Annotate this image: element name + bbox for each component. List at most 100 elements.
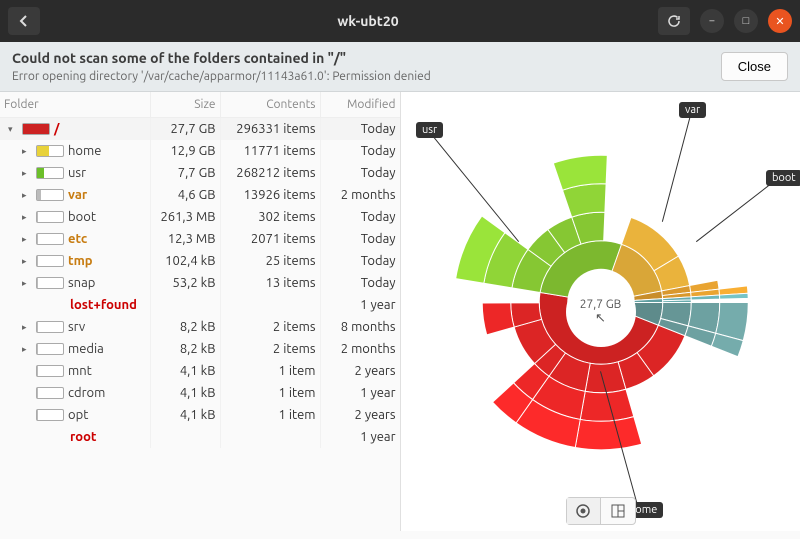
- header-modified[interactable]: Modified: [320, 92, 400, 118]
- cell-size: 27,7 GB: [150, 118, 220, 141]
- folder-name: var: [68, 188, 87, 202]
- table-row[interactable]: mnt4,1 kB1 item2 years: [0, 360, 400, 382]
- treemap-view-button[interactable]: [601, 498, 635, 524]
- table-row[interactable]: opt 4,1 kB1 item2 years: [0, 404, 400, 426]
- back-button[interactable]: [8, 7, 40, 35]
- header-size[interactable]: Size: [150, 92, 220, 118]
- expand-arrow-icon[interactable]: ▸: [22, 168, 32, 179]
- cell-contents: 1 item: [220, 382, 320, 404]
- cell-contents: 268212 items: [220, 162, 320, 184]
- usage-bar: [22, 123, 50, 135]
- cell-contents: 302 items: [220, 206, 320, 228]
- folder-name: lost+found: [70, 298, 137, 312]
- folder-name: opt: [68, 408, 88, 422]
- expand-arrow-icon[interactable]: ▸: [22, 256, 32, 267]
- folder-tree-panel: Folder Size Contents Modified ▾/27,7 GB2…: [0, 92, 400, 531]
- cell-size: 261,3 MB: [150, 206, 220, 228]
- cell-modified: 2 months: [320, 184, 400, 206]
- expand-arrow-icon[interactable]: ▸: [22, 278, 32, 289]
- cell-size: 102,4 kB: [150, 250, 220, 272]
- cell-modified: 1 year: [320, 426, 400, 448]
- table-row[interactable]: ▸home12,9 GB11771 itemsToday: [0, 140, 400, 162]
- usage-bar: [36, 343, 64, 355]
- cell-modified: 1 year: [320, 294, 400, 316]
- expand-arrow-icon[interactable]: ▸: [22, 190, 32, 201]
- usage-bar: [36, 167, 64, 179]
- folder-name: srv: [68, 320, 85, 334]
- cell-contents: 2 items: [220, 316, 320, 338]
- cell-contents: [220, 426, 320, 448]
- cell-modified: Today: [320, 118, 400, 141]
- table-row[interactable]: ▸srv8,2 kB2 items8 months: [0, 316, 400, 338]
- info-bar: Could not scan some of the folders conta…: [0, 42, 800, 92]
- rings-view-button[interactable]: [567, 498, 601, 524]
- chart-panel: 27,7 GB ↖ home usr var boot: [400, 92, 800, 531]
- expand-arrow-icon[interactable]: ▸: [22, 344, 32, 355]
- usage-bar: [36, 211, 64, 223]
- usage-bar: [36, 409, 64, 421]
- usage-bar: [36, 255, 64, 267]
- header-folder[interactable]: Folder: [0, 92, 150, 118]
- cell-contents: 13926 items: [220, 184, 320, 206]
- table-row[interactable]: ▸usr7,7 GB268212 itemsToday: [0, 162, 400, 184]
- usage-bar: [36, 277, 64, 289]
- expand-arrow-icon[interactable]: ▾: [8, 124, 18, 135]
- folder-table: Folder Size Contents Modified ▾/27,7 GB2…: [0, 92, 400, 448]
- table-row[interactable]: cdrom4,1 kB1 item1 year: [0, 382, 400, 404]
- cell-modified: 2 years: [320, 404, 400, 426]
- chart-tag-var: var: [679, 102, 706, 118]
- folder-name: cdrom: [68, 386, 105, 400]
- chart-center-value: 27,7 GB: [580, 298, 622, 311]
- cell-modified: 2 months: [320, 338, 400, 360]
- folder-name: boot: [68, 210, 96, 224]
- table-row[interactable]: ▸ var 4,6 GB13926 items2 months: [0, 184, 400, 206]
- header-contents[interactable]: Contents: [220, 92, 320, 118]
- infobar-close-button[interactable]: Close: [721, 52, 788, 81]
- folder-name: mnt: [68, 364, 92, 378]
- table-row[interactable]: root1 year: [0, 426, 400, 448]
- window-title: wk-ubt20: [84, 13, 652, 29]
- usage-bar: [36, 145, 64, 157]
- cell-size: 4,1 kB: [150, 382, 220, 404]
- table-row[interactable]: ▸snap53,2 kB13 itemsToday: [0, 272, 400, 294]
- cell-contents: 1 item: [220, 404, 320, 426]
- cell-size: 4,1 kB: [150, 360, 220, 382]
- table-row[interactable]: ▸etc12,3 MB2071 itemsToday: [0, 228, 400, 250]
- table-row[interactable]: ▸tmp102,4 kB25 itemsToday: [0, 250, 400, 272]
- folder-name: snap: [68, 276, 95, 290]
- table-row[interactable]: ▸ boot 261,3 MB302 itemsToday: [0, 206, 400, 228]
- infobar-subtitle: Error opening directory '/var/cache/appa…: [12, 70, 709, 83]
- view-mode-toggle: [566, 497, 636, 525]
- cell-size: 8,2 kB: [150, 316, 220, 338]
- expand-arrow-icon[interactable]: ▸: [22, 234, 32, 245]
- table-row[interactable]: lost+found 1 year: [0, 294, 400, 316]
- table-row[interactable]: ▸media8,2 kB2 items2 months: [0, 338, 400, 360]
- maximize-button[interactable]: □: [734, 9, 758, 33]
- folder-name: /: [54, 122, 59, 136]
- cell-size: 12,3 MB: [150, 228, 220, 250]
- cell-contents: 2071 items: [220, 228, 320, 250]
- expand-arrow-icon[interactable]: ▸: [22, 146, 32, 157]
- table-row[interactable]: ▾/27,7 GB296331 itemsToday: [0, 118, 400, 141]
- minimize-button[interactable]: −: [700, 9, 724, 33]
- titlebar: wk-ubt20 − □ ✕: [0, 0, 800, 42]
- infobar-title: Could not scan some of the folders conta…: [12, 50, 709, 66]
- cell-size: 53,2 kB: [150, 272, 220, 294]
- cell-size: 8,2 kB: [150, 338, 220, 360]
- folder-name: usr: [68, 166, 86, 180]
- cell-size: 4,6 GB: [150, 184, 220, 206]
- chart-tag-usr: usr: [416, 122, 443, 138]
- usage-bar: [36, 321, 64, 333]
- cell-modified: Today: [320, 206, 400, 228]
- usage-bar: [36, 387, 64, 399]
- cell-size: 4,1 kB: [150, 404, 220, 426]
- cell-contents: 1 item: [220, 360, 320, 382]
- refresh-button[interactable]: [658, 7, 690, 35]
- expand-arrow-icon[interactable]: ▸: [22, 212, 32, 223]
- expand-arrow-icon[interactable]: ▸: [22, 322, 32, 333]
- cursor-icon: ↖: [595, 311, 606, 326]
- usage-bar: [36, 189, 64, 201]
- window-close-button[interactable]: ✕: [768, 9, 792, 33]
- chart-center-label: 27,7 GB ↖: [566, 277, 636, 347]
- cell-contents: 13 items: [220, 272, 320, 294]
